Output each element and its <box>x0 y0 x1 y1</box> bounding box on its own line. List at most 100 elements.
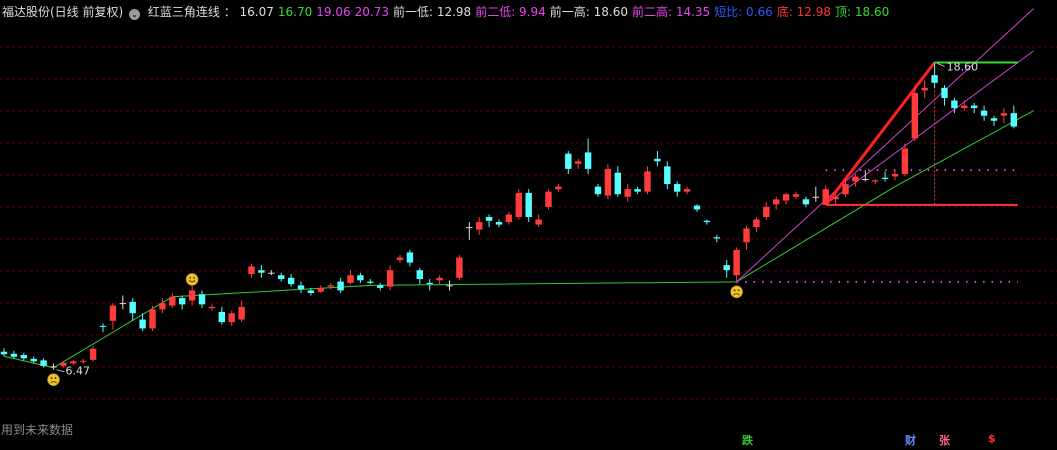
candle-body <box>228 313 235 323</box>
chart-header: 福达股份(日线 前复权) ⌄ 红蓝三角连线 ： 16.07 16.70 19.06 2… <box>2 4 897 20</box>
candle-body <box>842 184 849 195</box>
candle-body <box>555 186 562 190</box>
candlestick-chart: 6.47 18.60 <box>0 8 1057 400</box>
stock-name: 福达股份(日线 前复权) <box>2 5 124 19</box>
candle-body <box>792 194 800 197</box>
candle-body <box>832 196 839 200</box>
candle-body <box>713 237 720 239</box>
candle-body <box>852 176 859 182</box>
candle-body <box>198 294 206 305</box>
candle-body <box>654 158 661 162</box>
candle-body <box>961 105 968 109</box>
candle-body <box>169 296 176 306</box>
candle-body <box>179 298 186 305</box>
candle-body <box>287 277 295 285</box>
candle-body <box>307 290 315 293</box>
candle-body <box>1000 113 1008 116</box>
candle-body <box>188 290 196 301</box>
candle-body <box>30 358 37 362</box>
candle-body <box>99 325 107 327</box>
candle-body <box>40 360 47 366</box>
candle-body <box>614 172 621 195</box>
indicator-value: 16.07 <box>239 5 274 19</box>
indicator-value: 前二高: 14.35 <box>631 5 711 19</box>
face-eye <box>50 377 53 380</box>
candle-body <box>584 152 592 169</box>
channel-line <box>736 8 1034 283</box>
candle-body <box>565 153 572 169</box>
indicator-name: 红蓝三角连线 <box>147 5 220 19</box>
candle-body <box>377 285 384 288</box>
candle-body <box>644 171 651 192</box>
candle-body <box>149 309 156 329</box>
candle-body <box>693 205 701 210</box>
candle-body <box>990 118 998 121</box>
low-point-label: 6.47 <box>66 365 91 378</box>
candle-body <box>327 285 334 287</box>
candle-body <box>674 184 681 192</box>
candle-body <box>545 191 552 207</box>
candle-body <box>822 189 829 205</box>
face-eye <box>733 289 736 292</box>
candle-body <box>594 186 602 195</box>
candle-body <box>248 266 255 274</box>
candle-body <box>10 353 18 357</box>
indicator-value: 前二低: 9.94 <box>475 5 546 19</box>
candle-body <box>416 270 423 280</box>
candle-body <box>891 173 899 177</box>
indicator-value: 16.70 <box>277 5 313 19</box>
sad-face-icon <box>730 285 743 299</box>
candle-body <box>575 161 582 164</box>
candle-body <box>862 179 869 181</box>
candle-body <box>208 306 216 309</box>
indicator-value: 短比: 0.66 <box>714 5 773 19</box>
candle-body <box>1010 113 1017 127</box>
candle-body <box>89 348 97 360</box>
candle-body <box>70 361 77 364</box>
candle-body <box>683 189 691 192</box>
candle-body <box>881 177 889 180</box>
candle-body <box>357 275 364 281</box>
candle-body <box>466 227 473 229</box>
indicator-value: 19.06 <box>316 5 351 19</box>
candle-body <box>911 92 918 139</box>
settings-circle-icon[interactable]: ⌄ <box>129 9 141 20</box>
candle-body <box>723 265 730 271</box>
candle-body <box>476 222 483 230</box>
candle-body <box>278 275 285 280</box>
high-point-pointer <box>937 63 945 67</box>
candle-body <box>495 222 503 225</box>
candle-body <box>109 305 117 321</box>
candle-body <box>456 257 463 278</box>
candle-body <box>0 351 8 355</box>
candle-body <box>733 249 740 276</box>
candle-body <box>505 214 513 223</box>
candle-body <box>50 366 57 368</box>
candle-body <box>446 285 453 287</box>
high-point-label: 18.60 <box>947 61 979 74</box>
candle-body <box>159 303 166 310</box>
indicator-value: 前一低: 12.98 <box>392 5 472 19</box>
candle-body <box>129 301 136 314</box>
candle-body <box>436 277 443 281</box>
candle-body <box>664 166 671 185</box>
bottom-marker: 跌 <box>742 434 753 447</box>
bottom-marker: 财 <box>905 434 916 447</box>
indicator-value: 底: 12.98 <box>776 5 831 19</box>
red-trend-segment <box>824 61 936 206</box>
candle-body <box>347 275 354 283</box>
candle-body <box>753 219 760 228</box>
candle-body <box>951 100 958 109</box>
candle-body <box>406 252 414 263</box>
candle-body <box>931 75 938 83</box>
candle-body <box>367 281 374 283</box>
face-eye <box>189 276 192 279</box>
bottom-marker: $ <box>988 432 996 445</box>
candle-body <box>396 257 404 261</box>
candle-body <box>782 194 790 201</box>
candle-body <box>80 360 87 362</box>
indicator-value: 20.73 <box>354 5 389 19</box>
candle-body <box>218 311 225 323</box>
candle-body <box>238 306 245 320</box>
candle-body <box>812 196 819 198</box>
